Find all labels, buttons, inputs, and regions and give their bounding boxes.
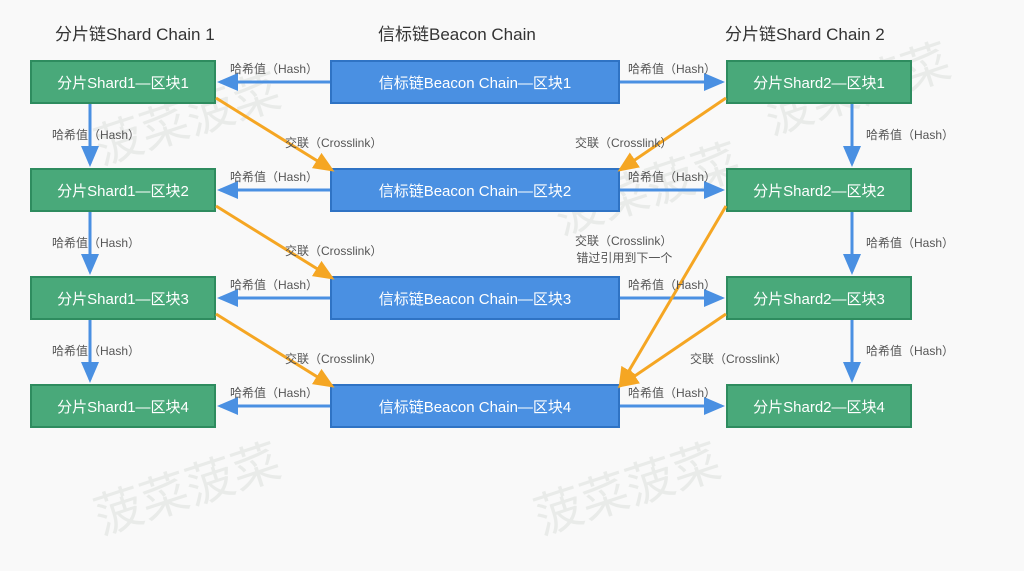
header-shard1: 分片链Shard Chain 1 xyxy=(55,20,215,45)
label-hash: 哈希值（Hash） xyxy=(866,342,954,359)
label-hash: 哈希值（Hash） xyxy=(628,276,716,293)
shard1-block1: 分片Shard1—区块1 xyxy=(30,60,216,104)
shard2-block4: 分片Shard2—区块4 xyxy=(726,384,912,428)
shard1-block2: 分片Shard1—区块2 xyxy=(30,168,216,212)
label-crosslink: 交联（Crosslink） xyxy=(575,134,672,151)
label-crosslink-miss: 交联（Crosslink） 错过引用到下一个 xyxy=(575,232,672,266)
label-crosslink: 交联（Crosslink） xyxy=(285,350,382,367)
label-hash: 哈希值（Hash） xyxy=(628,168,716,185)
beacon-block2: 信标链Beacon Chain—区块2 xyxy=(330,168,620,212)
header-shard2: 分片链Shard Chain 2 xyxy=(725,20,885,45)
shard1-block4: 分片Shard1—区块4 xyxy=(30,384,216,428)
shard2-block3: 分片Shard2—区块3 xyxy=(726,276,912,320)
beacon-block4: 信标链Beacon Chain—区块4 xyxy=(330,384,620,428)
label-hash: 哈希值（Hash） xyxy=(52,126,140,143)
label-hash: 哈希值（Hash） xyxy=(866,126,954,143)
shard1-block3: 分片Shard1—区块3 xyxy=(30,276,216,320)
label-hash: 哈希值（Hash） xyxy=(230,276,318,293)
label-hash: 哈希值（Hash） xyxy=(52,234,140,251)
label-crosslink: 交联（Crosslink） xyxy=(285,134,382,151)
label-crosslink: 交联（Crosslink） xyxy=(690,350,787,367)
shard2-block2: 分片Shard2—区块2 xyxy=(726,168,912,212)
label-hash: 哈希值（Hash） xyxy=(230,384,318,401)
header-beacon: 信标链Beacon Chain xyxy=(378,20,536,45)
label-hash: 哈希值（Hash） xyxy=(230,168,318,185)
label-hash: 哈希值（Hash） xyxy=(52,342,140,359)
label-hash: 哈希值（Hash） xyxy=(230,60,318,77)
shard2-block1: 分片Shard2—区块1 xyxy=(726,60,912,104)
label-hash: 哈希值（Hash） xyxy=(628,384,716,401)
watermark: 菠菜菠菜 xyxy=(84,422,288,548)
label-hash: 哈希值（Hash） xyxy=(628,60,716,77)
beacon-block1: 信标链Beacon Chain—区块1 xyxy=(330,60,620,104)
beacon-block3: 信标链Beacon Chain—区块3 xyxy=(330,276,620,320)
watermark: 菠菜菠菜 xyxy=(524,422,728,548)
label-hash: 哈希值（Hash） xyxy=(866,234,954,251)
label-crosslink: 交联（Crosslink） xyxy=(285,242,382,259)
